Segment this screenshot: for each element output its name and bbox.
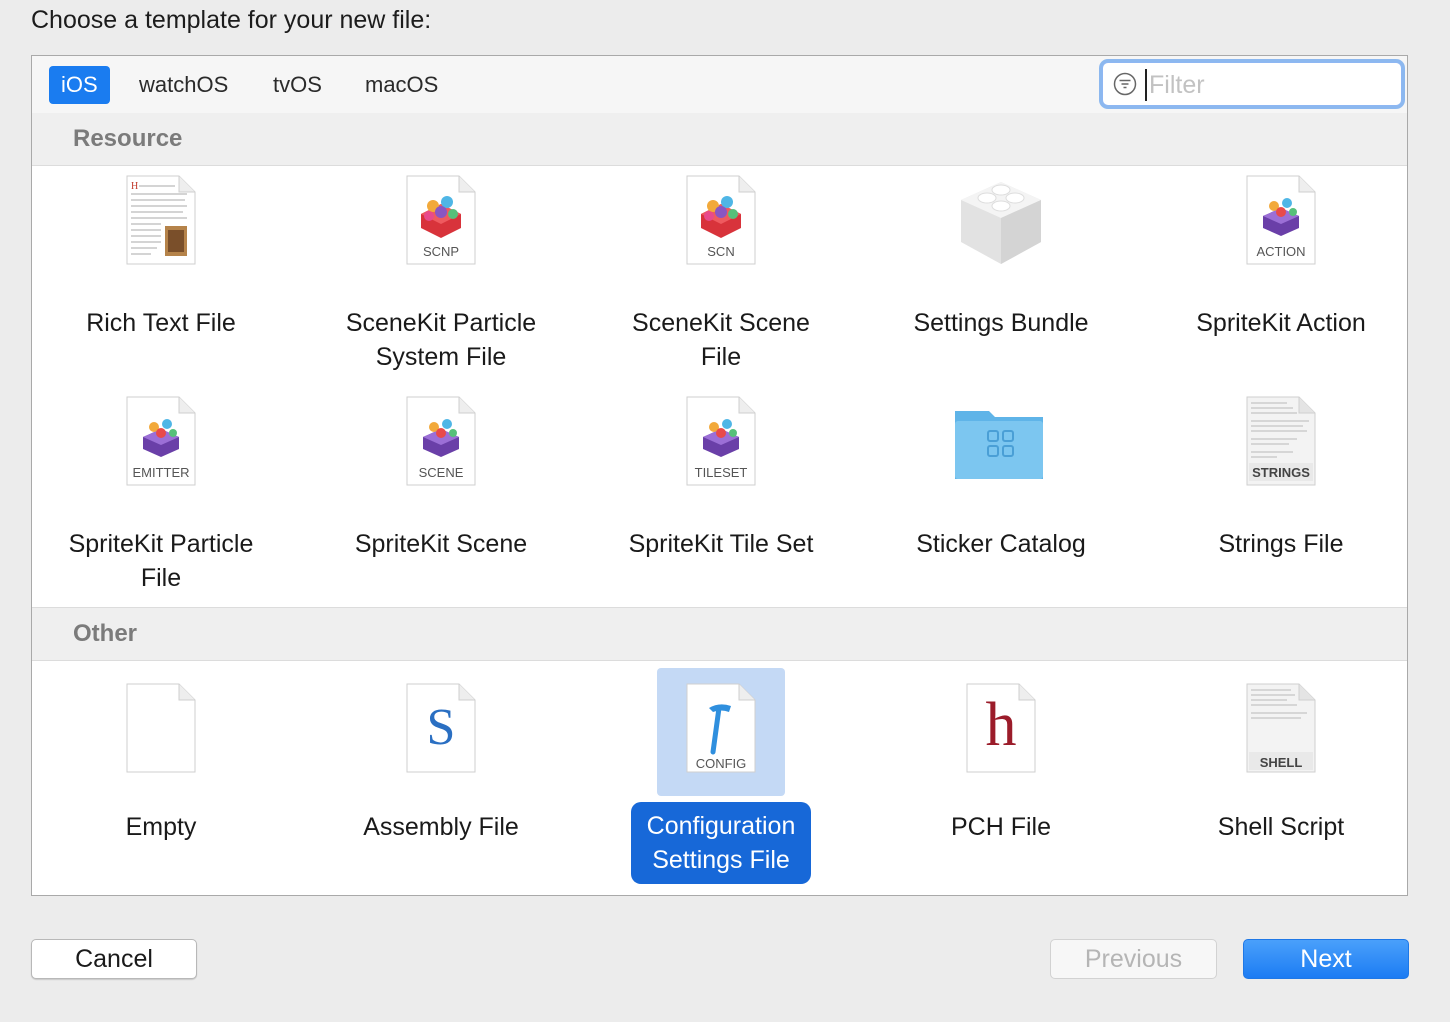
template-item-pch-file[interactable]: h PCH File	[861, 668, 1141, 888]
template-item-scenekit-particle-system-file[interactable]: SCNP SceneKit Particle System File	[301, 172, 581, 392]
next-button[interactable]: Next	[1243, 939, 1409, 979]
icon-glyph: h	[985, 691, 1017, 759]
settings-bundle-icon	[937, 172, 1065, 300]
template-label: Assembly File	[363, 813, 519, 841]
filter-icon	[1113, 72, 1137, 96]
template-label: Strings File	[1218, 530, 1344, 558]
svg-text:H: H	[131, 181, 138, 192]
spritekit-scene-icon: SCENE	[377, 393, 505, 521]
template-item-spritekit-particle-file[interactable]: EMITTER SpriteKit Particle File	[21, 393, 301, 613]
rich-text-file-icon: H	[97, 172, 225, 300]
template-item-rich-text-file[interactable]: H Rich Text File	[21, 172, 301, 392]
template-label: Empty	[125, 813, 197, 841]
icon-badge: CONFIG	[695, 756, 747, 771]
filter-input[interactable]	[1145, 69, 1396, 101]
template-label: Sticker Catalog	[916, 530, 1086, 558]
template-item-spritekit-action[interactable]: ACTION SpriteKit Action	[1141, 172, 1421, 392]
template-label: SpriteKit Tile Set	[628, 530, 814, 558]
template-item-configuration-settings-file[interactable]: CONFIG Configuration Settings File	[581, 668, 861, 888]
icon-badge: SCENE	[418, 465, 464, 480]
icon-badge: STRINGS	[1252, 465, 1310, 480]
template-item-spritekit-scene[interactable]: SCENE SpriteKit Scene	[301, 393, 581, 613]
tab-macos[interactable]: macOS	[353, 66, 450, 104]
config-file-icon: CONFIG	[657, 668, 785, 796]
icon-badge: SCNP	[422, 244, 460, 259]
template-label: PCH File	[950, 813, 1051, 841]
dialog-title: Choose a template for your new file:	[31, 6, 432, 34]
icon-badge: EMITTER	[132, 465, 190, 480]
empty-file-icon	[97, 668, 225, 796]
tab-ios[interactable]: iOS	[49, 66, 110, 104]
template-label-selected: Configuration Settings File	[630, 802, 812, 884]
icon-badge: SHELL	[1259, 755, 1303, 770]
spritekit-tileset-icon: TILESET	[657, 393, 785, 521]
sticker-catalog-folder-icon	[937, 393, 1065, 521]
template-item-shell-script[interactable]: SHELL Shell Script	[1141, 668, 1421, 888]
section-header-resource: Resource	[32, 113, 1407, 166]
shell-script-icon: SHELL	[1217, 668, 1345, 796]
icon-badge: TILESET	[694, 465, 748, 480]
template-label: SpriteKit Particle File	[68, 530, 254, 592]
cancel-button[interactable]: Cancel	[31, 939, 197, 979]
tab-tvos[interactable]: tvOS	[261, 66, 334, 104]
template-item-strings-file[interactable]: STRINGS Strings File	[1141, 393, 1421, 613]
template-label: Shell Script	[1217, 813, 1345, 841]
assembly-file-icon: S	[377, 668, 505, 796]
pch-file-icon: h	[937, 668, 1065, 796]
template-label: SceneKit Particle System File	[345, 309, 537, 371]
scenekit-scene-icon: SCN	[657, 172, 785, 300]
template-label: SpriteKit Action	[1196, 309, 1366, 337]
template-label: Settings Bundle	[913, 309, 1089, 337]
template-item-settings-bundle[interactable]: Settings Bundle	[861, 172, 1141, 392]
icon-glyph: S	[426, 699, 456, 756]
scenekit-particle-icon: SCNP	[377, 172, 505, 300]
template-item-scenekit-scene-file[interactable]: SCN SceneKit Scene File	[581, 172, 861, 392]
icon-badge: SCN	[707, 244, 735, 259]
section-header-other: Other	[32, 607, 1407, 661]
filter-field[interactable]	[1102, 62, 1402, 106]
spritekit-action-icon: ACTION	[1217, 172, 1345, 300]
template-item-sticker-catalog[interactable]: Sticker Catalog	[861, 393, 1141, 613]
spritekit-particle-icon: EMITTER	[97, 393, 225, 521]
icon-badge: ACTION	[1256, 244, 1306, 259]
template-label: SceneKit Scene File	[632, 309, 810, 371]
section-title: Other	[73, 620, 138, 647]
platform-tab-bar: iOS watchOS tvOS macOS	[32, 56, 1407, 114]
strings-file-icon: STRINGS	[1217, 393, 1345, 521]
template-item-assembly-file[interactable]: S Assembly File	[301, 668, 581, 888]
template-label: SpriteKit Scene	[354, 530, 528, 558]
template-chooser-panel: iOS watchOS tvOS macOS Resource H	[31, 55, 1408, 896]
template-item-empty[interactable]: Empty	[21, 668, 301, 888]
section-title: Resource	[73, 125, 183, 152]
previous-button[interactable]: Previous	[1050, 939, 1217, 979]
template-label: Rich Text File	[86, 309, 236, 337]
template-item-spritekit-tile-set[interactable]: TILESET SpriteKit Tile Set	[581, 393, 861, 613]
tab-watchos[interactable]: watchOS	[127, 66, 240, 104]
